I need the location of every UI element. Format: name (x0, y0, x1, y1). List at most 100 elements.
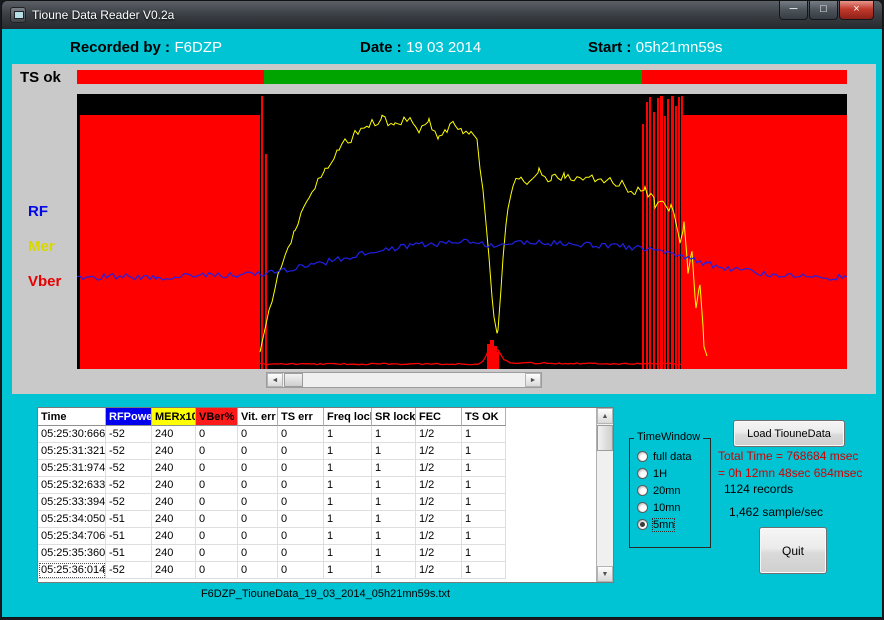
table-cell: 1 (462, 511, 506, 528)
radio-1H[interactable]: 1H (630, 465, 710, 482)
table-cell: 0 (238, 443, 278, 460)
table-row[interactable]: 05:25:33:394-52240000111/21 (38, 494, 596, 511)
table-row[interactable]: 05:25:31:974-52240000111/21 (38, 460, 596, 477)
table-cell: 1 (324, 545, 372, 562)
table-row[interactable]: 05:25:30:666-52240000111/21 (38, 426, 596, 443)
chart-scroll-thumb[interactable] (284, 373, 303, 387)
chart-scroll-track[interactable] (283, 373, 525, 387)
quit-button[interactable]: Quit (759, 527, 827, 574)
table-cell: 0 (278, 528, 324, 545)
table-scroll-track[interactable] (597, 424, 613, 566)
radio-label: full data (653, 451, 692, 463)
table-cell: 0 (238, 545, 278, 562)
table-row[interactable]: 05:25:32:633-52240000111/21 (38, 477, 596, 494)
column-header-vit-err[interactable]: Vit. err (238, 408, 278, 426)
scroll-right-icon[interactable]: ► (525, 373, 541, 387)
rf-red-spike (657, 98, 659, 369)
table-cell: 1/2 (416, 528, 462, 545)
ts-ok-segment (264, 70, 642, 84)
table-cell: 05:25:34:050 (38, 511, 106, 528)
radio-10mn[interactable]: 10mn (630, 499, 710, 516)
rf-red-spike (649, 97, 651, 369)
table-row[interactable]: 05:25:34:706-51240000111/21 (38, 528, 596, 545)
table-cell: 240 (152, 545, 196, 562)
table-row[interactable]: 05:25:31:321-52240000111/21 (38, 443, 596, 460)
chart-panel: TS ok RFMerVber ◄ ► (12, 64, 876, 394)
table-cell: 1 (372, 426, 416, 443)
rf-red-spike (653, 112, 655, 369)
table-cell: 0 (238, 460, 278, 477)
minimize-button[interactable]: ─ (779, 1, 808, 20)
chart-legend: RFMerVber (28, 202, 61, 307)
column-header-ts-err[interactable]: TS err (278, 408, 324, 426)
column-header-fec[interactable]: FEC (416, 408, 462, 426)
rf-red-block (80, 115, 260, 369)
column-header-sr-lock[interactable]: SR lock (372, 408, 416, 426)
column-header-ts-ok[interactable]: TS OK (462, 408, 506, 426)
table-cell: 0 (196, 477, 238, 494)
data-table: TimeRFPowerMERx10VBer%Vit. errTS errFreq… (37, 407, 614, 583)
close-button[interactable]: × (839, 1, 874, 20)
table-cell: -52 (106, 426, 152, 443)
maximize-button[interactable]: □ (809, 1, 838, 20)
load-tiounedata-button[interactable]: Load TiouneData (733, 420, 845, 447)
start-time: Start : 05h21mn59s (588, 39, 723, 57)
chart-scrollbar[interactable]: ◄ ► (266, 372, 542, 388)
table-cell: -51 (106, 528, 152, 545)
table-cell: -52 (106, 443, 152, 460)
rf-red-spike (667, 99, 669, 369)
table-row[interactable]: 05:25:36:014-52240000111/21 (38, 562, 596, 579)
table-cell: 1 (462, 545, 506, 562)
table-cell: -51 (106, 511, 152, 528)
table-cell: 1 (324, 426, 372, 443)
table-cell: 0 (196, 562, 238, 579)
table-cell: 1/2 (416, 426, 462, 443)
table-cell: 1/2 (416, 460, 462, 477)
table-cell: 1 (372, 443, 416, 460)
table-scrollbar[interactable]: ▲ ▼ (596, 408, 613, 582)
rf-red-spike (671, 96, 674, 369)
scroll-down-icon[interactable]: ▼ (597, 566, 613, 582)
title-bar[interactable]: Tioune Data Reader V0.2a ─ □ × (2, 1, 882, 29)
table-row[interactable]: 05:25:35:360-51240000111/21 (38, 545, 596, 562)
column-header-vber-[interactable]: VBer% (196, 408, 238, 426)
column-header-freq-lock[interactable]: Freq lock (324, 408, 372, 426)
recorded-by: Recorded by : F6DZP (70, 39, 222, 57)
table-cell: 1 (462, 426, 506, 443)
table-cell: 1 (462, 528, 506, 545)
table-cell: 240 (152, 562, 196, 579)
radio-full-data[interactable]: full data (630, 448, 710, 465)
rf-red-spike (490, 340, 494, 369)
table-cell: 0 (278, 545, 324, 562)
radio-5mn[interactable]: 5mn (630, 516, 710, 533)
table-cell: 1 (372, 511, 416, 528)
rf-red-spike (497, 352, 499, 369)
table-cell: 1 (372, 562, 416, 579)
table-scroll-thumb[interactable] (597, 425, 613, 451)
scroll-up-icon[interactable]: ▲ (597, 408, 613, 424)
table-cell: 05:25:30:666 (38, 426, 106, 443)
table-cell: 1/2 (416, 443, 462, 460)
ts-ok-bar (77, 70, 847, 84)
radio-20mn[interactable]: 20mn (630, 482, 710, 499)
radio-icon (637, 468, 648, 479)
table-cell: 1 (462, 562, 506, 579)
scroll-left-icon[interactable]: ◄ (267, 373, 283, 387)
table-cell: 0 (238, 511, 278, 528)
table-cell: 05:25:32:633 (38, 477, 106, 494)
window-title: Tioune Data Reader V0.2a (32, 8, 174, 22)
table-cell: 05:25:35:360 (38, 545, 106, 562)
table-cell: 1 (324, 511, 372, 528)
table-cell: 1 (372, 528, 416, 545)
radio-icon (637, 485, 648, 496)
signal-chart (77, 94, 847, 369)
table-row[interactable]: 05:25:34:050-51240000111/21 (38, 511, 596, 528)
column-header-rfpower[interactable]: RFPower (106, 408, 152, 426)
table-cell: 1 (462, 443, 506, 460)
table-cell: -52 (106, 562, 152, 579)
column-header-merx10[interactable]: MERx10 (152, 408, 196, 426)
column-header-time[interactable]: Time (38, 408, 106, 426)
rf-red-spike (261, 96, 263, 369)
recorded-by-label: Recorded by : (70, 39, 170, 56)
data-filename: F6DZP_TiouneData_19_03_2014_05h21mn59s.t… (37, 588, 614, 600)
